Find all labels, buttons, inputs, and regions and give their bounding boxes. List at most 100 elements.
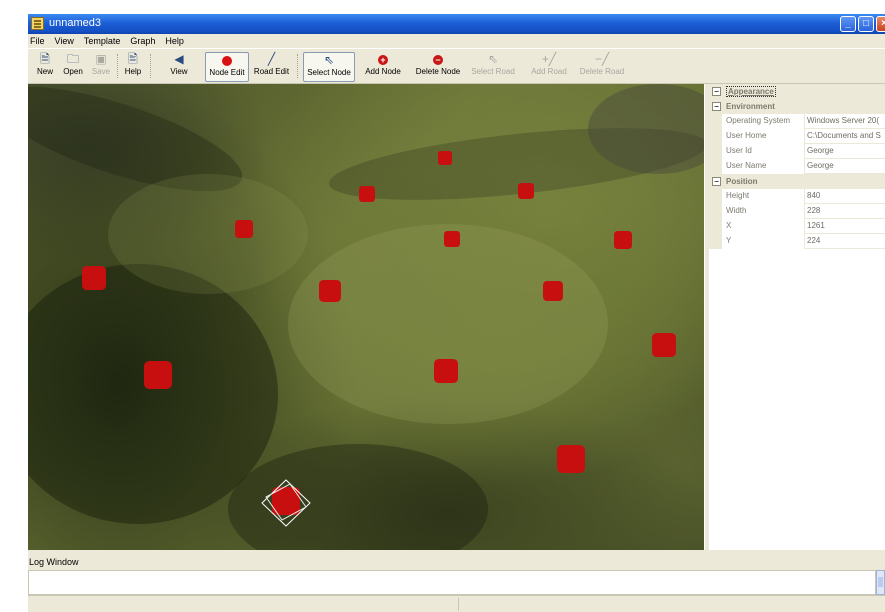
node-edit-button[interactable]: Node Edit [205,52,249,82]
property-row[interactable]: User Id George [709,144,885,159]
category-environment[interactable]: − Environment [709,99,885,114]
select-road-label: Select Road [471,67,515,76]
minimize-icon[interactable]: _ [840,16,856,32]
graph-node-shape [434,359,458,383]
graph-node[interactable] [359,186,375,202]
property-row[interactable]: Height 840 [709,189,885,204]
log-text-area[interactable] [28,570,876,595]
category-label: Position [726,177,758,186]
collapse-icon[interactable]: − [712,87,721,96]
add-road-button[interactable]: +╱ Add Road [528,52,570,82]
category-position[interactable]: − Position [709,174,885,189]
graph-node[interactable] [434,359,458,383]
property-value[interactable]: Windows Server 20( [804,114,885,129]
status-pane-divider [458,598,459,611]
property-row[interactable]: User Name George [709,159,885,174]
status-bar [28,595,885,612]
menu-file[interactable]: File [28,34,50,47]
graph-node[interactable] [235,220,253,238]
add-road-icon: +╱ [541,52,557,66]
view-button-label: View [170,67,188,76]
graph-node[interactable] [82,266,106,290]
plus-circle-icon: + [360,52,406,67]
road-edit-button[interactable]: ╱ Road Edit [250,52,293,82]
property-value[interactable]: George [804,144,885,159]
property-key: User Id [709,144,804,159]
view-button[interactable]: ◀ View [168,52,190,82]
toolbar-separator [297,54,298,78]
node-edit-label: Node Edit [209,68,245,77]
window-title: unnamed3 [49,17,101,29]
graph-node-shape [359,186,375,202]
toolbar-separator [150,54,151,78]
property-value[interactable]: 228 [804,204,885,219]
property-value[interactable]: 1261 [804,219,885,234]
property-key: Width [709,204,804,219]
title-bar[interactable]: unnamed3 _ □ × [28,14,885,34]
graph-node[interactable] [319,280,341,302]
property-key: Y [709,234,804,249]
new-file-icon: 🗎 [40,52,50,66]
graph-node-shape [614,231,632,249]
add-road-label: Add Road [531,67,567,76]
property-value[interactable]: 840 [804,189,885,204]
add-node-button[interactable]: + Add Node [360,52,406,82]
graph-node-shape [82,266,106,290]
help-icon: 🖹 [128,52,138,66]
property-row[interactable]: Width 228 [709,204,885,219]
graph-node-shape [235,220,253,238]
graph-node[interactable] [557,445,585,473]
menu-bar: File View Template Graph Help [28,34,885,48]
graph-node-shape [543,281,563,301]
collapse-icon[interactable]: − [712,102,721,111]
toolbar: 🗎 New 🗀 Open ▣ Save 🖹 Help ◀ View Node E… [28,48,885,84]
graph-node-shape [319,280,341,302]
graph-viewport[interactable] [28,84,704,550]
node-layer [82,151,676,527]
graph-node[interactable] [518,183,534,199]
graph-node[interactable] [543,281,563,301]
property-key: Height [709,189,804,204]
close-icon[interactable]: × [876,16,885,32]
property-value[interactable]: 224 [804,234,885,249]
property-grid: − Appearance − Environment Operating Sys… [709,84,885,550]
property-row[interactable]: User Home C:\Documents and S [709,129,885,144]
graph-node[interactable] [438,151,452,165]
graph-node[interactable] [614,231,632,249]
log-scrollbar[interactable] [876,570,885,595]
graph-node-shape [652,333,676,357]
delete-road-icon: −╱ [594,52,610,66]
graph-node[interactable] [652,333,676,357]
delete-road-button[interactable]: −╱ Delete Road [577,52,627,82]
menu-view[interactable]: View [50,34,79,47]
save-button-label: Save [91,67,111,76]
property-row[interactable]: Y 224 [709,234,885,249]
category-appearance[interactable]: − Appearance [709,84,885,99]
log-panel: Log Window [28,555,885,595]
collapse-icon[interactable]: − [712,177,721,186]
property-value[interactable]: C:\Documents and S [804,129,885,144]
graph-node[interactable] [144,361,172,389]
delete-node-label: Delete Node [415,67,461,76]
select-road-button[interactable]: ⇖ Select Road [469,52,517,82]
help-button[interactable]: 🖹 Help [122,52,144,82]
maximize-icon[interactable]: □ [858,16,874,32]
menu-template[interactable]: Template [79,34,126,47]
open-button[interactable]: 🗀 Open [61,52,85,82]
graph-node[interactable] [444,231,460,247]
menu-help[interactable]: Help [160,34,189,47]
delete-node-button[interactable]: − Delete Node [411,52,465,82]
property-row[interactable]: Operating System Windows Server 20( [709,114,885,129]
category-label: Environment [726,102,775,111]
select-node-button[interactable]: ⇖ Select Node [303,52,355,82]
new-button[interactable]: 🗎 New [34,52,56,82]
property-row[interactable]: X 1261 [709,219,885,234]
open-folder-icon: 🗀 [66,52,79,66]
property-value[interactable]: George [804,159,885,174]
property-key: User Name [709,159,804,174]
menu-graph[interactable]: Graph [125,34,160,47]
save-button[interactable]: ▣ Save [90,52,112,82]
graph-node-shape [438,151,452,165]
top-background [0,0,885,14]
cursor-icon: ⇖ [323,53,335,67]
